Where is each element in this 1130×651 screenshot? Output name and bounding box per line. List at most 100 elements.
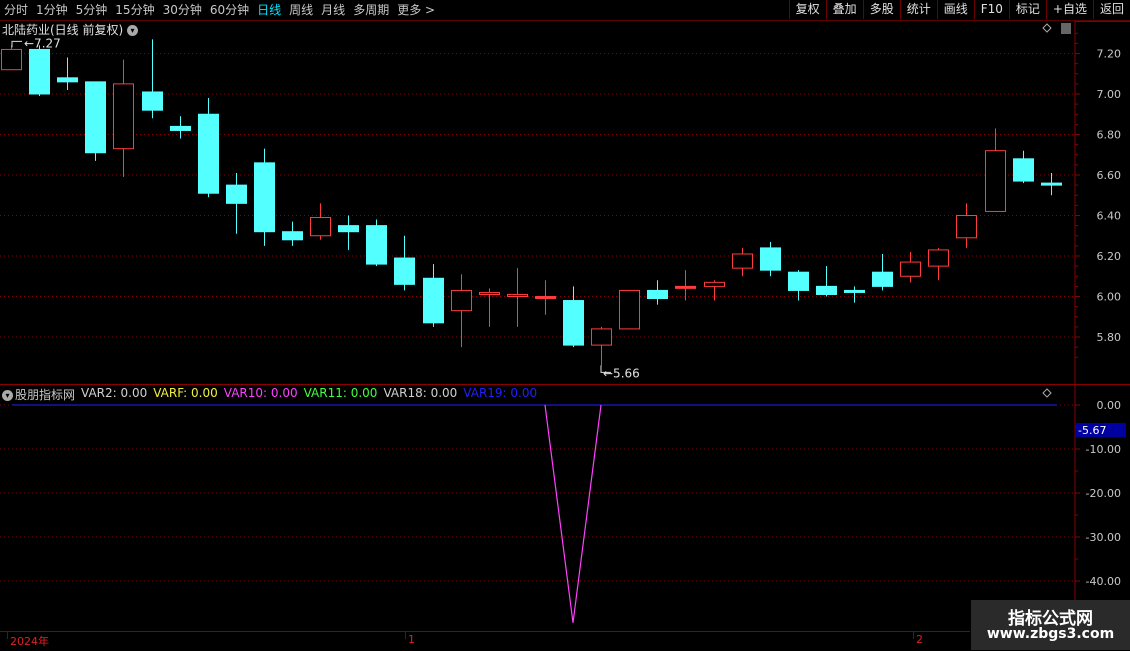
candle-body — [85, 81, 106, 154]
candle-body — [591, 328, 612, 346]
diamond-icon — [1042, 388, 1052, 398]
candle[interactable] — [591, 326, 612, 366]
candle[interactable] — [451, 274, 472, 348]
candle[interactable] — [816, 266, 837, 297]
candle-body — [732, 253, 753, 269]
candle[interactable] — [226, 172, 247, 234]
y-tick-label: 6.40 — [1097, 210, 1122, 223]
candle[interactable] — [563, 286, 584, 348]
y-tick-label: 5.80 — [1097, 331, 1122, 344]
date-tick — [405, 631, 406, 639]
chevron-down-icon[interactable]: ▾ — [2, 390, 13, 401]
candle[interactable] — [282, 221, 303, 246]
current-value-label: -5.67 — [1078, 424, 1106, 437]
candle-body — [704, 281, 725, 287]
candle-body — [985, 150, 1006, 212]
indicator-var-1: VARF: 0.00 — [153, 386, 218, 400]
candle[interactable] — [872, 253, 893, 291]
y-tick-label: 6.20 — [1097, 250, 1122, 263]
candle-body — [226, 184, 247, 204]
candle[interactable] — [788, 270, 809, 301]
high-marker-arrow — [11, 40, 22, 48]
indicator-title: ▾ 股朋指标网 VAR2: 0.00 VARF: 0.00 VAR10: 0.00 VA… — [2, 386, 537, 403]
candle-body — [198, 113, 219, 194]
candle-body — [254, 162, 275, 233]
candle-body — [928, 249, 949, 267]
candle[interactable] — [423, 264, 444, 327]
candle-body — [507, 293, 528, 298]
candle[interactable] — [198, 98, 219, 198]
candle[interactable] — [338, 215, 359, 250]
candle-body — [816, 285, 837, 295]
candle-body — [423, 277, 444, 324]
candle[interactable] — [170, 116, 191, 139]
low-price-label: ←5.66 — [603, 366, 640, 380]
candle-body — [760, 247, 781, 271]
candle-body — [900, 261, 921, 277]
candle[interactable] — [394, 235, 415, 291]
y-tick-label: 6.60 — [1097, 169, 1122, 182]
candle[interactable] — [647, 280, 668, 305]
candle[interactable] — [1041, 172, 1062, 196]
indicator-var-5: VAR19: 0.00 — [463, 386, 538, 400]
candle-body — [57, 77, 78, 83]
candle-body — [675, 285, 696, 289]
candle[interactable] — [732, 247, 753, 277]
candle-body — [647, 289, 668, 300]
candle-body — [142, 91, 163, 111]
candle[interactable] — [310, 203, 331, 240]
y-tick-label: 6.80 — [1097, 129, 1122, 142]
candle[interactable] — [113, 59, 134, 178]
candle[interactable] — [142, 39, 163, 119]
main-chart-title: 北陆药业(日线 前复权) ▾ — [2, 21, 140, 38]
indicator-var-2: VAR10: 0.00 — [223, 386, 298, 400]
candle-body — [366, 225, 387, 265]
candle[interactable] — [535, 280, 556, 315]
date-label-2: 2 — [916, 633, 923, 646]
candle-body — [479, 291, 500, 295]
candle[interactable] — [479, 288, 500, 327]
candle-body — [170, 125, 191, 131]
candle-body — [310, 217, 331, 237]
candle[interactable] — [1013, 150, 1034, 184]
candle[interactable] — [760, 241, 781, 277]
candle[interactable] — [85, 81, 106, 161]
indicator-name: 股朋指标网 — [15, 388, 76, 402]
candle[interactable] — [844, 286, 865, 303]
candle-body — [282, 231, 303, 241]
candle[interactable] — [928, 247, 949, 281]
candle-body — [338, 225, 359, 233]
candle-body — [563, 300, 584, 346]
candle[interactable] — [507, 268, 528, 327]
var10-line — [544, 404, 602, 623]
candle[interactable] — [366, 219, 387, 267]
candle-body — [451, 289, 472, 312]
candle[interactable] — [1, 45, 22, 71]
candle[interactable] — [29, 45, 50, 97]
indicator-var-3: VAR11: 0.00 — [303, 386, 378, 400]
candle[interactable] — [704, 280, 725, 301]
candle[interactable] — [956, 203, 977, 248]
candle-body — [1013, 158, 1034, 182]
chevron-down-icon[interactable]: ▾ — [127, 25, 139, 36]
high-price-label: ←7.27 — [24, 36, 61, 50]
candle-body — [113, 83, 134, 150]
candle[interactable] — [254, 148, 275, 246]
indicator-var-0: VAR2: 0.00 — [81, 386, 148, 400]
watermark-line2: www.zbgs3.com — [986, 626, 1115, 642]
diamond-icon — [1042, 23, 1052, 33]
candle-body — [1, 48, 22, 71]
candle[interactable] — [675, 270, 696, 301]
candle-body — [788, 271, 809, 291]
date-label-0: 2024年 — [10, 635, 49, 648]
kline-chart[interactable]: 7.20 7.00 6.80 6.60 6.40 6.20 6.00 5.80 ←7.27 ←5.… — [0, 0, 1130, 650]
stock-title: 北陆药业(日线 前复权) — [2, 23, 124, 37]
y-tick-label: 0.00 — [1097, 399, 1122, 412]
candle[interactable] — [619, 289, 640, 330]
candle[interactable] — [985, 128, 1006, 212]
candle-body — [844, 289, 865, 293]
candle-body — [29, 48, 50, 95]
y-tick-label: 6.00 — [1097, 291, 1122, 304]
candle[interactable] — [900, 251, 921, 283]
candle[interactable] — [57, 57, 78, 90]
